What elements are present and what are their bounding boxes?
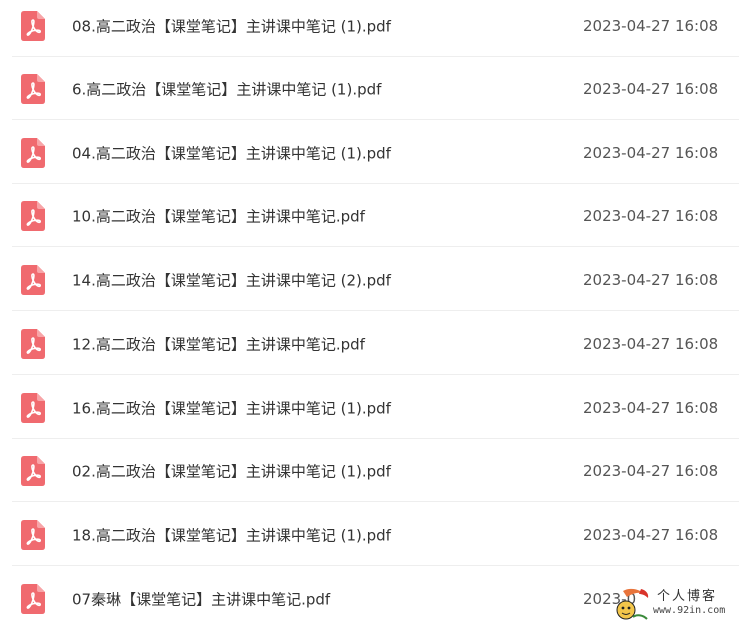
file-row[interactable]: 10.高二政治【课堂笔记】主讲课中笔记.pdf 2023-04-27 16:08 <box>0 184 739 247</box>
row-divider <box>12 119 739 120</box>
file-row[interactable]: 02.高二政治【课堂笔记】主讲课中笔记 (1).pdf 2023-04-27 1… <box>0 439 739 502</box>
file-date: 2023-04-27 16:08 <box>583 461 719 480</box>
pdf-icon <box>21 137 45 168</box>
file-date: 2023-04-27 16:08 <box>583 525 719 544</box>
pdf-icon <box>21 200 45 231</box>
file-date: 2023-04-27 16:08 <box>583 206 719 225</box>
file-name: 18.高二政治【课堂笔记】主讲课中笔记 (1).pdf <box>72 526 391 544</box>
file-row[interactable]: 18.高二政治【课堂笔记】主讲课中笔记 (1).pdf 2023-04-27 1… <box>0 503 739 566</box>
file-name: 16.高二政治【课堂笔记】主讲课中笔记 (1).pdf <box>72 399 391 417</box>
watermark-url: www.92in.com <box>653 605 726 616</box>
file-name: 08.高二政治【课堂笔记】主讲课中笔记 (1).pdf <box>72 17 391 35</box>
row-divider <box>12 565 739 566</box>
site-watermark: 个人博客 www.92in.com <box>613 585 729 625</box>
file-date: 2023-04-27 16:08 <box>583 143 719 162</box>
watermark-logo-icon <box>616 588 649 620</box>
pdf-icon <box>21 583 45 614</box>
watermark-title: 个人博客 <box>657 589 718 604</box>
file-name: 12.高二政治【课堂笔记】主讲课中笔记.pdf <box>72 335 365 353</box>
pdf-icon <box>21 455 45 486</box>
pdf-icon <box>21 392 45 423</box>
pdf-icon <box>21 73 45 104</box>
pdf-icon <box>21 328 45 359</box>
file-name: 02.高二政治【课堂笔记】主讲课中笔记 (1).pdf <box>72 462 391 480</box>
pdf-icon <box>21 264 45 295</box>
row-divider <box>12 374 739 375</box>
file-name: 6.高二政治【课堂笔记】主讲课中笔记 (1).pdf <box>72 80 382 98</box>
file-row[interactable]: 6.高二政治【课堂笔记】主讲课中笔记 (1).pdf 2023-04-27 16… <box>0 57 739 120</box>
file-date: 2023-04-27 16:08 <box>583 79 719 98</box>
file-row[interactable]: 12.高二政治【课堂笔记】主讲课中笔记.pdf 2023-04-27 16:08 <box>0 312 739 375</box>
file-name: 07秦琳【课堂笔记】主讲课中笔记.pdf <box>72 590 331 608</box>
row-divider <box>12 501 739 502</box>
file-date: 2023-04-27 16:08 <box>583 16 719 35</box>
file-list: 08.高二政治【课堂笔记】主讲课中笔记 (1).pdf 2023-04-27 1… <box>0 0 739 629</box>
file-date: 2023-04-27 16:08 <box>583 270 719 289</box>
row-divider <box>12 310 739 311</box>
file-row[interactable]: 08.高二政治【课堂笔记】主讲课中笔记 (1).pdf 2023-04-27 1… <box>0 0 739 57</box>
file-name: 04.高二政治【课堂笔记】主讲课中笔记 (1).pdf <box>72 144 391 162</box>
file-row[interactable]: 16.高二政治【课堂笔记】主讲课中笔记 (1).pdf 2023-04-27 1… <box>0 376 739 439</box>
file-row[interactable]: 14.高二政治【课堂笔记】主讲课中笔记 (2).pdf 2023-04-27 1… <box>0 248 739 311</box>
pdf-icon <box>21 519 45 550</box>
file-name: 10.高二政治【课堂笔记】主讲课中笔记.pdf <box>72 207 365 225</box>
file-name: 14.高二政治【课堂笔记】主讲课中笔记 (2).pdf <box>72 271 391 289</box>
pdf-icon <box>21 10 45 41</box>
file-date: 2023-04-27 16:08 <box>583 334 719 353</box>
file-row[interactable]: 04.高二政治【课堂笔记】主讲课中笔记 (1).pdf 2023-04-27 1… <box>0 121 739 184</box>
row-divider <box>12 246 739 247</box>
file-date: 2023-04-27 16:08 <box>583 398 719 417</box>
